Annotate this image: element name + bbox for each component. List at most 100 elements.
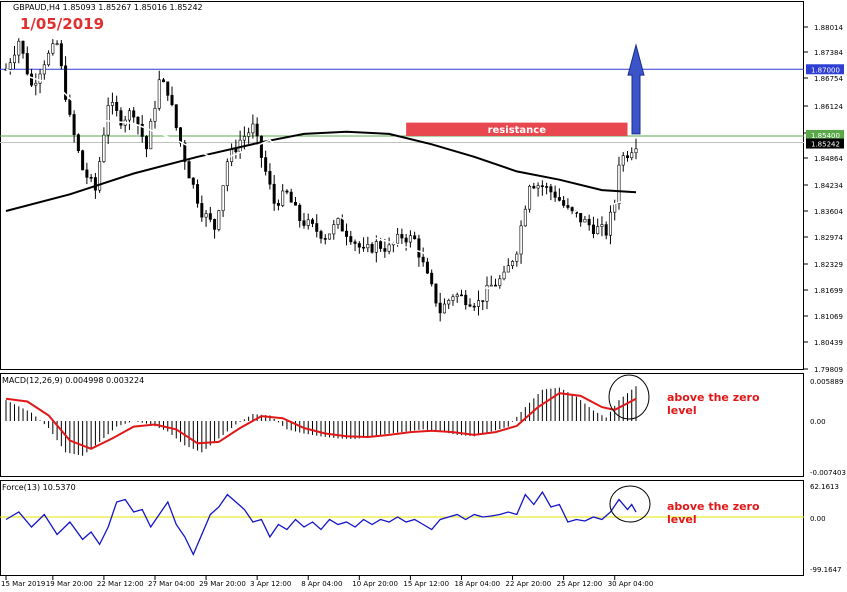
candle-body	[153, 108, 157, 122]
macd-tick-top: 0.005889	[810, 378, 843, 386]
candle-body	[242, 136, 246, 141]
candle-body	[464, 294, 468, 306]
force-annotation-line1: above the zero	[667, 500, 760, 513]
macd-annotation-line1: above the zero	[667, 391, 760, 404]
candle-body	[276, 203, 280, 206]
time-tick-label: 15 Apr 12:00	[403, 580, 449, 588]
price-tick-label: 1.86754	[814, 75, 843, 83]
time-tick-label: 29 Mar 20:00	[199, 580, 246, 588]
candle-body	[191, 177, 195, 185]
candle-body	[459, 294, 463, 297]
time-tick-label: 25 Apr 12:00	[557, 580, 603, 588]
candle-body	[600, 224, 604, 227]
candle-body	[502, 271, 506, 280]
price-tick-label: 1.81069	[814, 313, 843, 321]
candle-body	[8, 62, 12, 70]
candle-body	[59, 43, 63, 67]
candle-body	[430, 272, 434, 285]
candle-body	[566, 205, 570, 208]
candle-body	[25, 53, 29, 75]
candle-body	[34, 82, 38, 86]
candle-body	[583, 218, 587, 223]
candle-body	[234, 148, 238, 153]
candle-body	[127, 110, 131, 121]
candle-body	[408, 235, 412, 243]
price-tick-label: 1.82974	[814, 234, 843, 242]
candle-body	[17, 40, 21, 56]
force-annotation-line2: level	[667, 513, 697, 526]
candle-body	[579, 213, 583, 223]
candle-body	[208, 213, 212, 220]
candle-body	[613, 203, 617, 213]
candle-body	[481, 300, 485, 302]
candle-body	[476, 300, 480, 307]
force-header: Force(13) 10.5370	[2, 483, 76, 492]
candle-body	[298, 204, 302, 222]
candle-body	[345, 230, 349, 237]
candle-body	[625, 155, 629, 159]
candle-body	[21, 40, 25, 54]
candle-body	[72, 114, 76, 135]
candle-body	[630, 152, 634, 159]
candle-body	[281, 190, 285, 206]
candle-body	[608, 211, 612, 236]
candle-body	[55, 43, 59, 45]
time-tick-label: 30 Apr 04:00	[608, 580, 654, 588]
force-tick-zero: 0.00	[810, 515, 826, 523]
force-panel-frame	[0, 480, 804, 576]
price-tick-label: 1.84864	[814, 155, 843, 163]
candle-body	[387, 244, 391, 252]
candle-body	[417, 238, 421, 258]
macd-tick-bottom: -0.007403	[810, 469, 846, 477]
candle-body	[166, 81, 170, 96]
candle-body	[162, 79, 166, 83]
candle-body	[545, 186, 549, 188]
candle-body	[498, 278, 502, 286]
price-tick-label: 1.86124	[814, 103, 843, 111]
candle-body	[179, 127, 183, 144]
candle-body	[370, 244, 374, 253]
candle-body	[549, 186, 553, 193]
candle-body	[264, 157, 268, 172]
candle-body	[306, 219, 310, 226]
candle-body	[553, 191, 557, 198]
candle-body	[536, 185, 540, 189]
candle-body	[251, 123, 255, 134]
candle-body	[315, 223, 319, 232]
price-tick-label: 1.81699	[814, 287, 843, 295]
candle-body	[213, 219, 217, 230]
candle-body	[604, 224, 608, 236]
candle-body	[183, 142, 187, 162]
candle-body	[323, 238, 327, 240]
candle-body	[115, 102, 119, 111]
candle-body	[506, 265, 510, 273]
candle-body	[144, 136, 148, 150]
candle-body	[396, 234, 400, 244]
macd-header: MACD(12,26,9) 0.004998 0.003224	[2, 376, 144, 385]
candle-body	[89, 177, 93, 179]
price-tick-label: 1.83604	[814, 208, 843, 216]
candle-body	[400, 234, 404, 239]
time-tick-label: 18 Apr 04:00	[454, 580, 500, 588]
candle-body	[259, 135, 263, 158]
candle-body	[404, 237, 408, 243]
candle-body	[374, 241, 378, 253]
candle-body	[247, 132, 251, 137]
candle-body	[617, 164, 621, 205]
candle-body	[272, 183, 276, 204]
price-tick-label: 1.87384	[814, 49, 843, 57]
force-tick-top: 62.1613	[810, 483, 839, 491]
candle-body	[570, 207, 574, 212]
candle-body	[255, 123, 259, 137]
candle-body	[591, 224, 595, 234]
candle-body	[336, 218, 340, 225]
candle-body	[413, 235, 417, 240]
time-tick-label: 19 Mar 20:00	[46, 580, 93, 588]
candle-body	[204, 213, 208, 218]
macd-annotation-line2: level	[667, 404, 697, 417]
price-panel-frame	[0, 1, 804, 370]
candle-body	[174, 104, 178, 128]
time-tick-label: 15 Mar 2019	[1, 580, 45, 588]
candle-body	[587, 218, 591, 226]
time-tick-label: 10 Apr 20:00	[352, 580, 398, 588]
